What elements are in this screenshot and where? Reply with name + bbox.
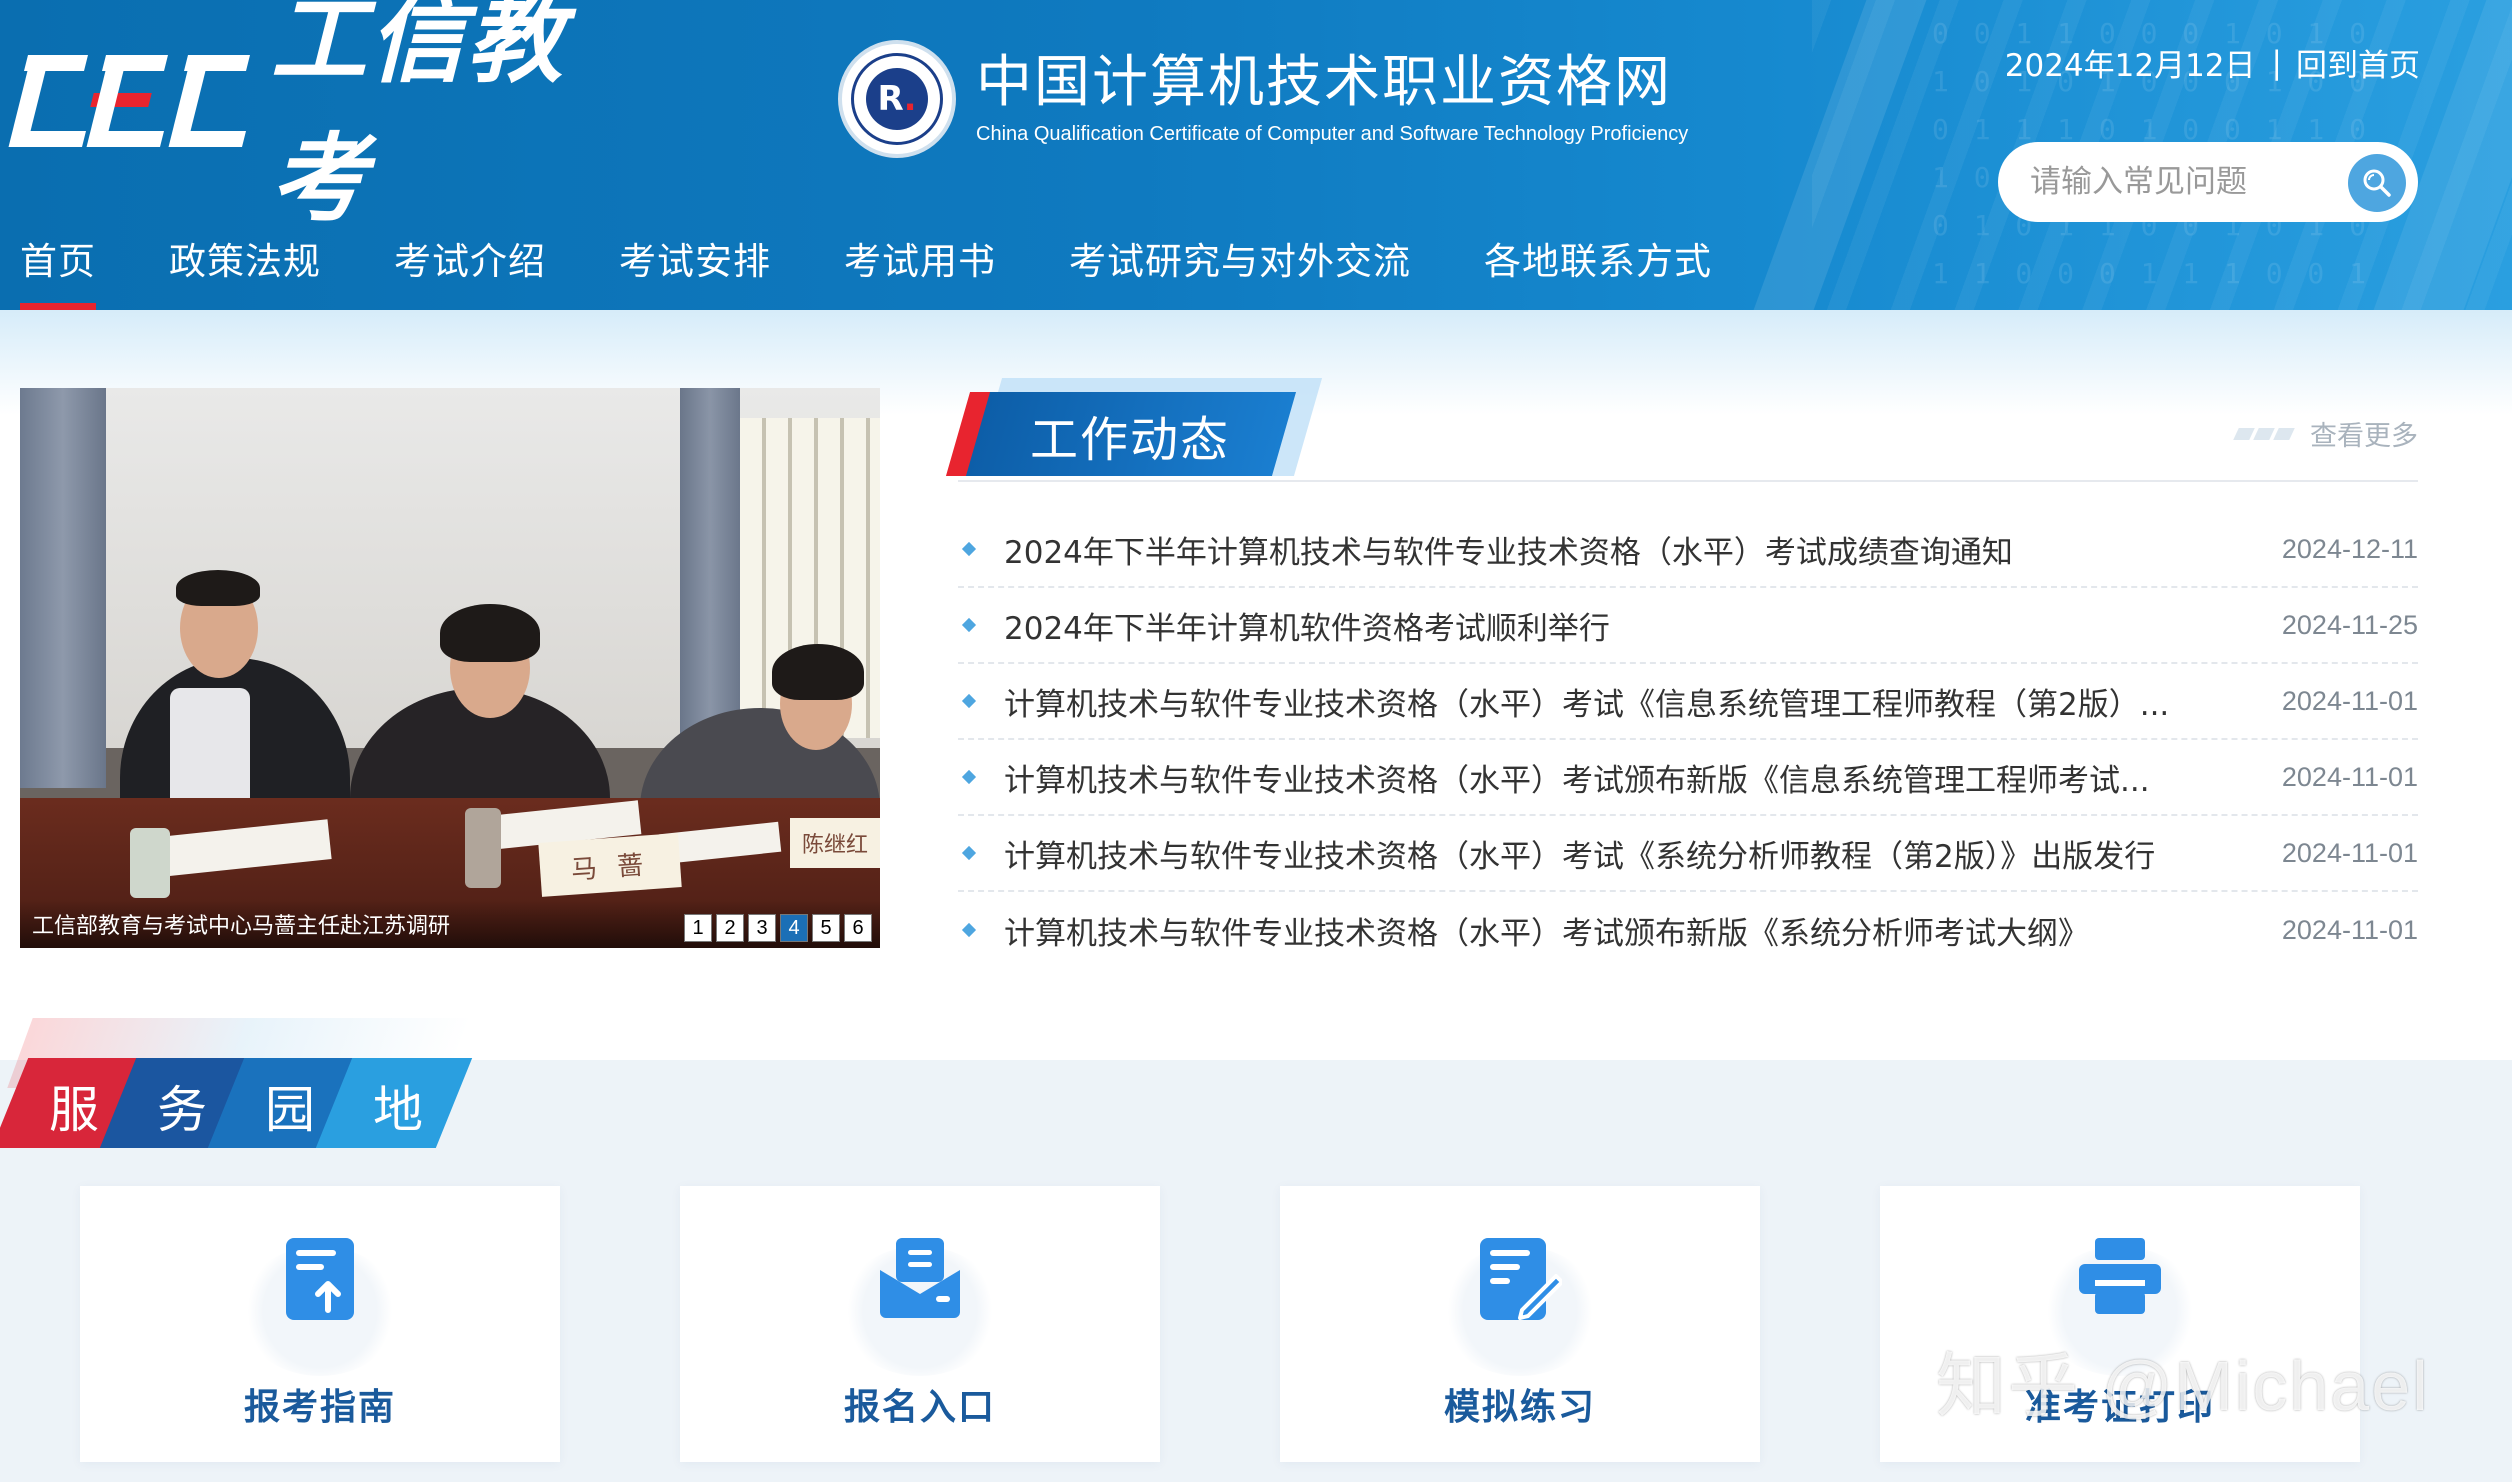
search-button[interactable] xyxy=(2348,154,2406,212)
home-link[interactable]: 回到首页 xyxy=(2296,40,2420,85)
news-item[interactable]: 计算机技术与软件专业技术资格（水平）考试《信息系统管理工程师教程（第2版）...… xyxy=(958,664,2418,740)
news-date: 2024-11-01 xyxy=(2281,914,2418,945)
news-date: 2024-11-25 xyxy=(2281,609,2418,640)
site-title[interactable]: 中国计算机技术职业资格网 China Qualification Certifi… xyxy=(976,48,1688,148)
carousel-page-button[interactable]: 2 xyxy=(716,914,744,942)
news-title[interactable]: 2024年下半年计算机软件资格考试顺利举行 xyxy=(1004,603,2282,648)
registration-entry-card[interactable]: 报名入口 xyxy=(680,1186,1160,1462)
nav-item-policies[interactable]: 政策法规 xyxy=(169,232,321,310)
site-title-en: China Qualification Certificate of Compu… xyxy=(976,123,1689,145)
stripes-icon xyxy=(2233,427,2296,440)
bullet-icon xyxy=(961,769,977,785)
top-utility-bar: 2024年12月12日 | 回到首页 xyxy=(2005,40,2420,85)
carousel-pagination: 1 2 3 4 5 6 xyxy=(680,914,872,942)
carousel-caption[interactable]: 工信部教育与考试中心马蔷主任赴江苏调研 xyxy=(32,908,450,940)
current-date: 2024年12月12日 xyxy=(2004,48,2256,84)
printer-icon xyxy=(2079,1238,2161,1314)
carousel-page-button[interactable]: 3 xyxy=(748,914,776,942)
news-item[interactable]: 计算机技术与软件专业技术资格（水平）考试颁布新版《系统分析师考试大纲》 2024-… xyxy=(958,892,2418,968)
news-title[interactable]: 计算机技术与软件专业技术资格（水平）考试《系统分析师教程（第2版）》出版发行 xyxy=(1004,831,2282,876)
news-list: 2024年下半年计算机技术与软件专业技术资格（水平）考试成绩查询通知 2024-1… xyxy=(958,512,2418,968)
service-area-title: 服 务 园 地 xyxy=(0,1018,480,1148)
main-nav: 首页 政策法规 考试介绍 考试安排 考试用书 考试研究与对外交流 各地联系方式 xyxy=(20,232,1785,310)
news-carousel[interactable]: 马 蔷 陈继红 工信部教育与考试中心马蔷主任赴江苏调研 1 2 3 4 5 6 xyxy=(20,388,880,948)
card-label: 报名入口 xyxy=(843,1387,996,1428)
service-title-char: 地 xyxy=(373,1081,423,1139)
search-icon xyxy=(2363,169,2391,197)
nav-item-regional-contacts[interactable]: 各地联系方式 xyxy=(1484,232,1712,310)
card-label: 报考指南 xyxy=(243,1387,396,1428)
carousel-page-button[interactable]: 6 xyxy=(844,914,872,942)
cec-logo-mark xyxy=(8,49,250,153)
search-input[interactable] xyxy=(2030,164,2330,200)
news-title[interactable]: 计算机技术与软件专业技术资格（水平）考试《信息系统管理工程师教程（第2版）... xyxy=(1004,679,2282,724)
edit-document-icon xyxy=(1480,1238,1562,1320)
bullet-icon xyxy=(961,845,977,861)
carousel-photo[interactable]: 马 蔷 陈继红 xyxy=(20,388,880,948)
cec-logo[interactable]: 工信教考 xyxy=(8,0,640,235)
nav-item-home[interactable]: 首页 xyxy=(20,232,96,310)
carousel-page-button-active[interactable]: 4 xyxy=(780,914,808,942)
search-box xyxy=(1998,142,2418,222)
nav-item-exam-intro[interactable]: 考试介绍 xyxy=(394,232,546,310)
news-title[interactable]: 2024年下半年计算机技术与软件专业技术资格（水平）考试成绩查询通知 xyxy=(1004,527,2282,572)
news-date: 2024-11-01 xyxy=(2281,685,2418,716)
news-item[interactable]: 2024年下半年计算机软件资格考试顺利举行 2024-11-25 xyxy=(958,588,2418,664)
bullet-icon xyxy=(961,693,977,709)
nav-item-research-exchange[interactable]: 考试研究与对外交流 xyxy=(1069,232,1411,310)
name-card: 马 蔷 xyxy=(538,833,682,897)
work-news-panel: 工作动态 查看更多 2024年下半年计算机技术与软件专业技术资格（水平）考试成绩… xyxy=(945,356,2418,968)
envelope-inbox-icon xyxy=(880,1238,960,1318)
zhihu-watermark: 知乎 @Michael xyxy=(1936,1347,2430,1425)
news-title[interactable]: 计算机技术与软件专业技术资格（水平）考试颁布新版《信息系统管理工程师考试... xyxy=(1004,755,2282,800)
upload-document-icon xyxy=(286,1238,354,1320)
bullet-icon xyxy=(961,541,977,557)
ccq-seal-logo: R. xyxy=(838,40,956,158)
view-more-label: 查看更多 xyxy=(2310,421,2418,452)
carousel-page-button[interactable]: 1 xyxy=(684,914,712,942)
service-title-char: 务 xyxy=(157,1081,207,1139)
news-title[interactable]: 计算机技术与软件专业技术资格（水平）考试颁布新版《系统分析师考试大纲》 xyxy=(1004,908,2282,953)
news-date: 2024-11-01 xyxy=(2281,837,2418,868)
nav-item-exam-schedule[interactable]: 考试安排 xyxy=(619,232,771,310)
separator: | xyxy=(2271,44,2282,81)
bullet-icon xyxy=(961,617,977,633)
news-header: 工作动态 查看更多 xyxy=(945,356,2418,482)
site-title-cn: 中国计算机技术职业资格网 xyxy=(976,50,1672,115)
service-title-char: 园 xyxy=(265,1081,315,1139)
mock-practice-card[interactable]: 模拟练习 xyxy=(1280,1186,1760,1462)
news-item[interactable]: 计算机技术与软件专业技术资格（水平）考试《系统分析师教程（第2版）》出版发行 20… xyxy=(958,816,2418,892)
service-title-char: 服 xyxy=(49,1081,99,1139)
exam-guide-card[interactable]: 报考指南 xyxy=(80,1186,560,1462)
card-label: 模拟练习 xyxy=(1443,1387,1596,1428)
bullet-icon xyxy=(961,922,977,938)
carousel-page-button[interactable]: 5 xyxy=(812,914,840,942)
news-item[interactable]: 2024年下半年计算机技术与软件专业技术资格（水平）考试成绩查询通知 2024-1… xyxy=(958,512,2418,588)
news-date: 2024-12-11 xyxy=(2281,533,2418,564)
site-header: 0 0 1 1 0 0 0 1 0 1 0 1 0 1 0 1 0 0 0 1 … xyxy=(0,0,2512,310)
news-item[interactable]: 计算机技术与软件专业技术资格（水平）考试颁布新版《信息系统管理工程师考试... 2… xyxy=(958,740,2418,816)
news-date: 2024-11-01 xyxy=(2281,761,2418,792)
name-card: 陈继红 xyxy=(790,818,880,868)
view-more-link[interactable]: 查看更多 xyxy=(2233,414,2418,453)
news-section-badge: 工作动态 xyxy=(945,372,1323,476)
nav-item-exam-books[interactable]: 考试用书 xyxy=(844,232,996,310)
news-section-title: 工作动态 xyxy=(1030,412,1231,468)
logo-text: 工信教考 xyxy=(270,0,565,235)
